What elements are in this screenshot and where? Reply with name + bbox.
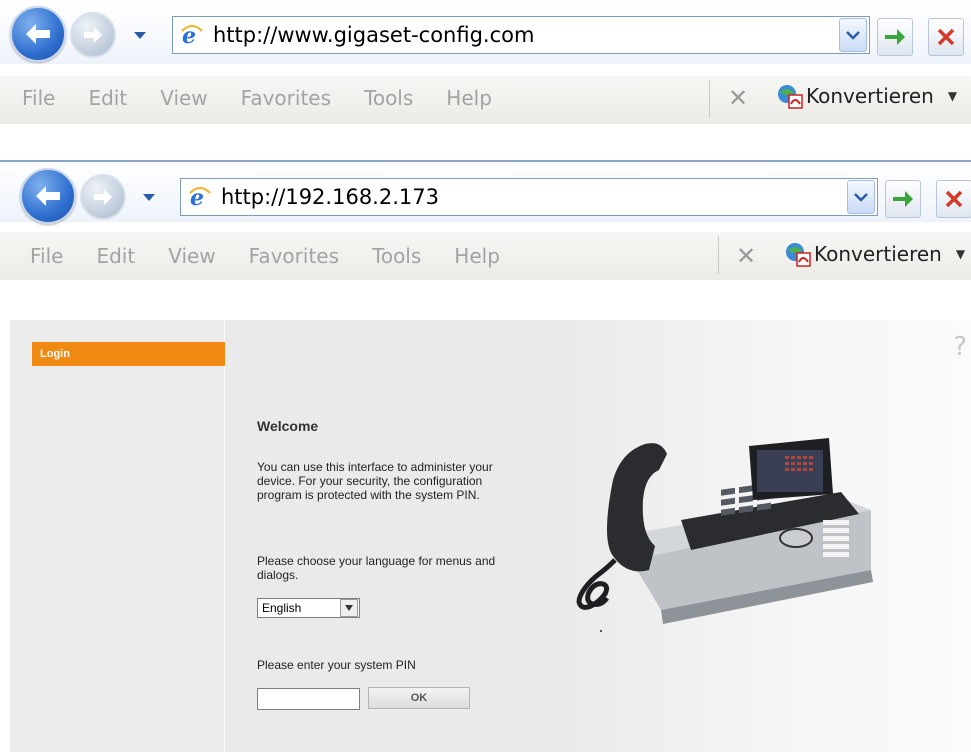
gigaset-login-page: Login ? Welcome You can use this interfa… <box>10 320 971 752</box>
konvertieren-icon <box>784 240 812 268</box>
menu-file[interactable]: File <box>22 86 55 110</box>
ie-icon: e <box>179 22 205 48</box>
ok-button[interactable]: OK <box>368 687 470 709</box>
chevron-down-icon[interactable] <box>340 599 358 617</box>
menu-bar-2: File Edit View Favorites Tools Help ✕ Ko… <box>0 232 971 280</box>
go-button[interactable] <box>885 180 921 218</box>
menu-help[interactable]: Help <box>454 244 500 268</box>
stop-button[interactable] <box>936 180 971 218</box>
history-dropdown-icon[interactable] <box>143 194 155 201</box>
menu-favorites[interactable]: Favorites <box>241 86 331 110</box>
menu-items-1: File Edit View Favorites Tools Help <box>22 86 525 110</box>
intro-text: You can use this interface to administer… <box>257 460 493 502</box>
menu-view[interactable]: View <box>160 86 207 110</box>
menu-help[interactable]: Help <box>446 86 492 110</box>
address-url-2[interactable]: http://192.168.2.173 <box>221 185 847 209</box>
decorative-dot <box>600 630 602 632</box>
menu-edit[interactable]: Edit <box>88 86 127 110</box>
menu-separator <box>709 80 710 118</box>
close-icon[interactable]: ✕ <box>728 84 748 112</box>
stop-icon <box>945 190 963 208</box>
browser-window-2: e http://192.168.2.173 File Edit View Fa… <box>0 162 971 282</box>
menu-items-2: File Edit View Favorites Tools Help <box>30 244 533 268</box>
konvertieren-icon <box>776 82 804 110</box>
forward-icon <box>84 27 102 43</box>
menu-favorites[interactable]: Favorites <box>249 244 339 268</box>
phone-image <box>576 438 873 624</box>
nav-toolbar-2: e http://192.168.2.173 <box>0 162 971 224</box>
address-url-1[interactable]: http://www.gigaset-config.com <box>213 23 839 47</box>
sidebar: Login <box>10 320 232 752</box>
menu-bar-1: File Edit View Favorites Tools Help ✕ Ko… <box>0 76 971 124</box>
forward-button[interactable] <box>80 174 126 220</box>
pin-input[interactable] <box>257 688 360 710</box>
phone-panel <box>541 320 971 752</box>
menu-view[interactable]: View <box>168 244 215 268</box>
menu-tools[interactable]: Tools <box>372 244 421 268</box>
back-button[interactable] <box>20 168 76 224</box>
history-dropdown-icon[interactable] <box>134 32 146 39</box>
stop-button[interactable] <box>928 18 964 56</box>
konvertieren-label: Konvertieren <box>814 242 942 266</box>
konvertieren-label: Konvertieren <box>806 84 934 108</box>
language-prompt: Please choose your language for menus an… <box>257 554 496 582</box>
close-icon[interactable]: ✕ <box>736 242 756 270</box>
language-select[interactable]: English <box>257 598 360 618</box>
address-bar-1[interactable]: e http://www.gigaset-config.com <box>172 16 870 54</box>
back-button[interactable] <box>10 6 66 62</box>
forward-icon <box>94 189 112 205</box>
browser-window-1: e http://www.gigaset-config.com File Edi… <box>0 0 971 124</box>
stop-icon <box>937 28 955 46</box>
back-icon <box>36 186 60 206</box>
address-dropdown-icon[interactable] <box>839 18 867 52</box>
address-dropdown-icon[interactable] <box>847 180 875 214</box>
go-arrow-icon <box>885 29 905 45</box>
go-button[interactable] <box>877 18 913 56</box>
back-icon <box>26 24 50 44</box>
sidebar-item-login[interactable]: Login <box>32 342 232 366</box>
konvertieren-button[interactable]: Konvertieren ▼ <box>784 240 965 268</box>
go-arrow-icon <box>893 191 913 207</box>
ie-icon: e <box>187 184 213 210</box>
nav-toolbar-1: e http://www.gigaset-config.com <box>0 4 971 64</box>
language-selected: English <box>262 601 302 615</box>
konvertieren-button[interactable]: Konvertieren ▼ <box>776 82 957 110</box>
konvertieren-dropdown-icon[interactable]: ▼ <box>948 89 957 103</box>
welcome-title: Welcome <box>257 418 319 434</box>
address-bar-2[interactable]: e http://192.168.2.173 <box>180 178 878 216</box>
menu-tools[interactable]: Tools <box>364 86 413 110</box>
konvertieren-dropdown-icon[interactable]: ▼ <box>956 247 965 261</box>
help-icon[interactable]: ? <box>953 332 967 362</box>
menu-file[interactable]: File <box>30 244 63 268</box>
menu-edit[interactable]: Edit <box>96 244 135 268</box>
pin-prompt: Please enter your system PIN <box>257 658 416 672</box>
forward-button[interactable] <box>70 12 116 58</box>
menu-separator <box>718 236 719 274</box>
